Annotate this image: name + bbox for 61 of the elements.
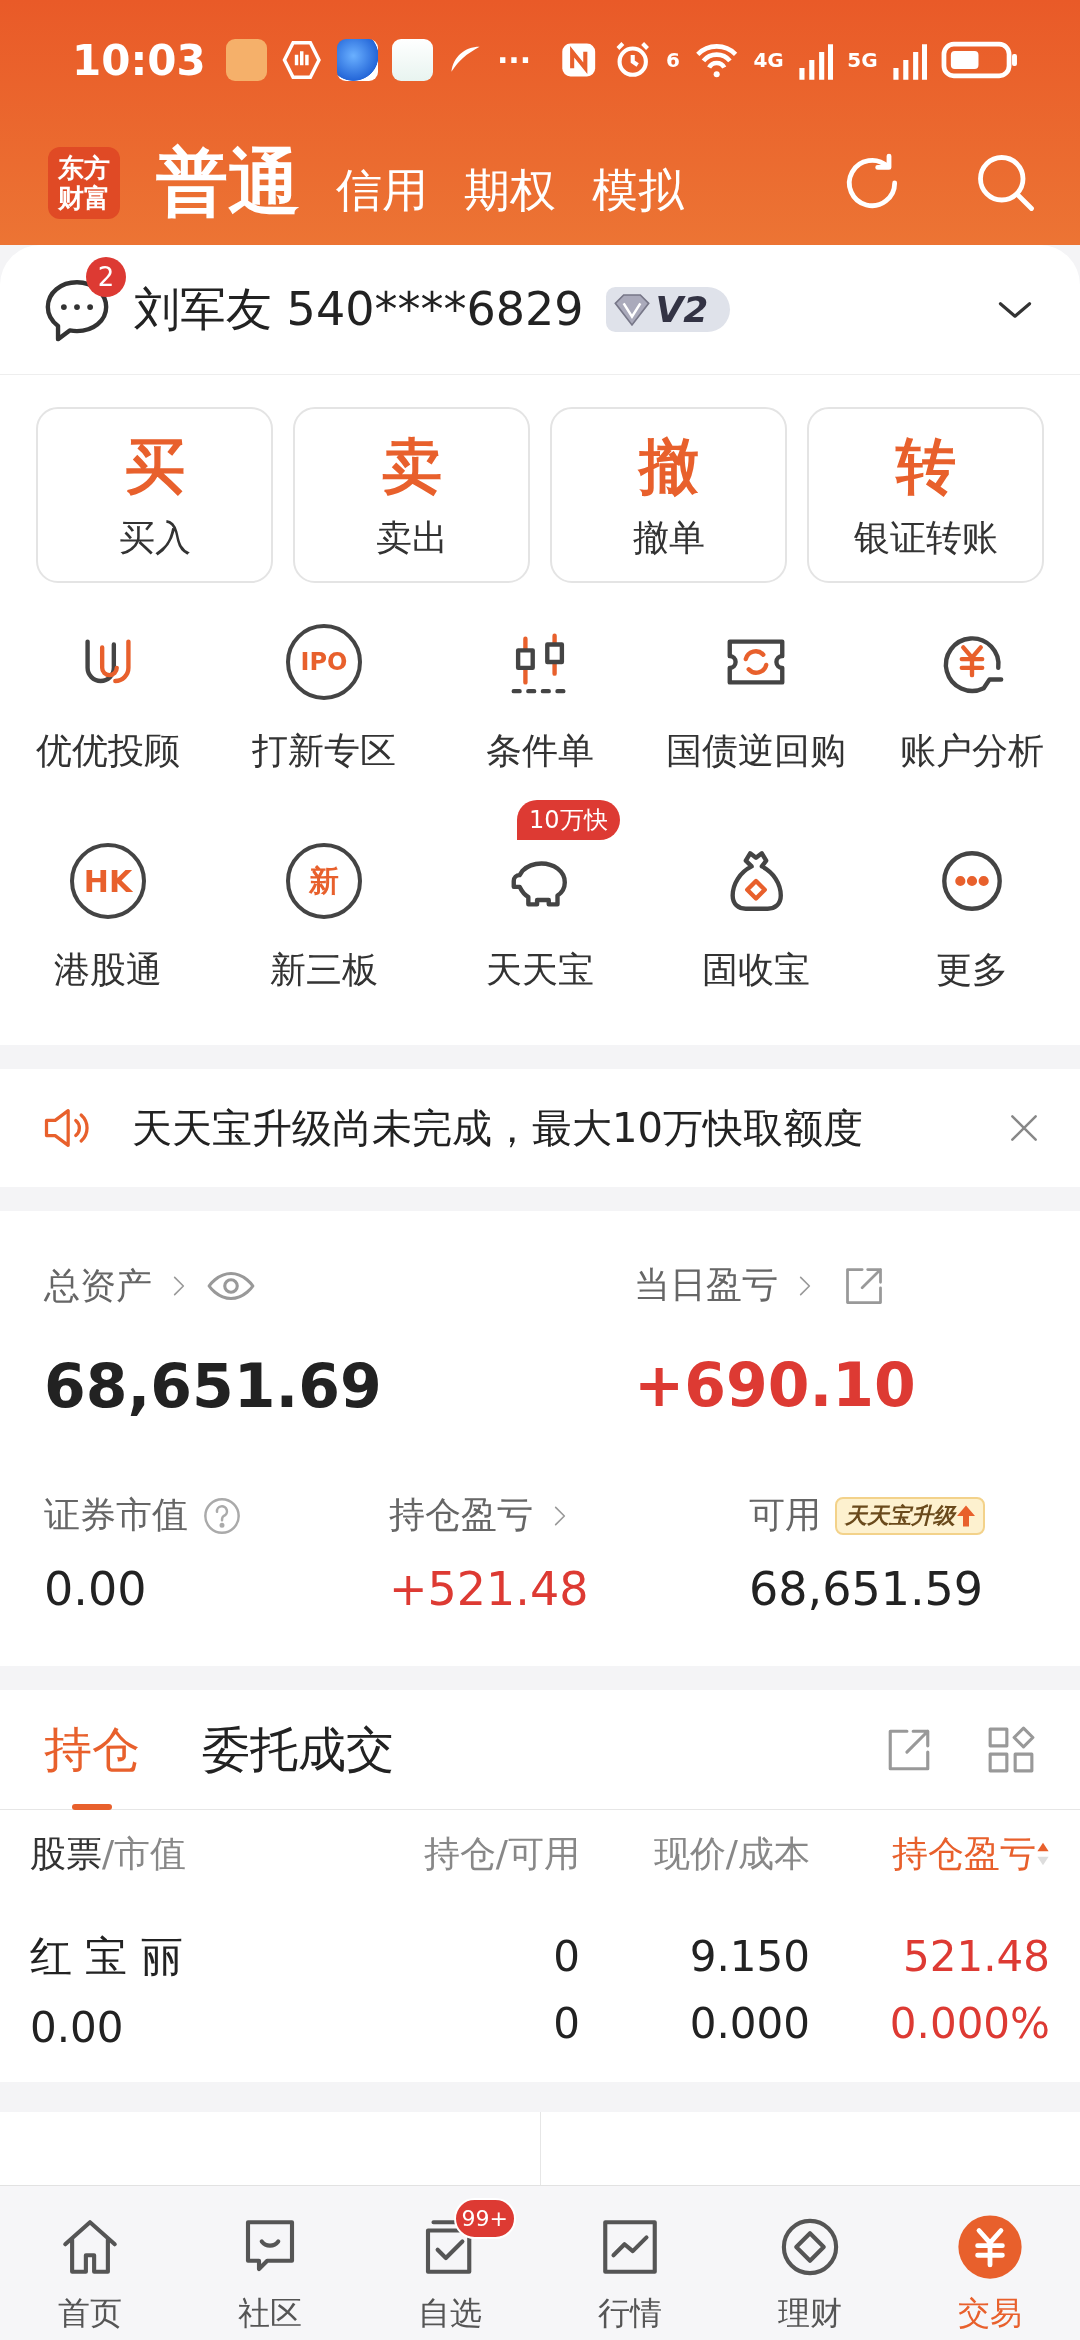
nav-tab[interactable]: 99+ 自选 (360, 2190, 540, 2336)
battery-icon (941, 40, 1020, 80)
grid-icon[interactable] (986, 1724, 1036, 1775)
nav-tab[interactable]: 首页 (0, 2190, 180, 2336)
column-header[interactable]: 股票/市值 (30, 1829, 350, 1879)
available-qty: 0 (553, 1999, 580, 2048)
total-assets-value: 68,651.69 (44, 1351, 383, 1421)
current-price: 9.150 (689, 1932, 810, 1981)
holding-qty: 0 (553, 1932, 580, 1981)
tool-label[interactable]: 打新专区 (252, 727, 396, 776)
app-logo: 东方 财富 (48, 146, 120, 219)
positions-tab[interactable]: 委托成交 (202, 1689, 394, 1810)
column-header[interactable]: 持仓/可用 (350, 1829, 580, 1879)
wifi-band-label: 6 (666, 48, 680, 72)
asset-value: 68,651.59 (749, 1562, 985, 1616)
column-header[interactable]: 现价/成本 (580, 1829, 810, 1879)
total-assets-label[interactable]: 总资产 (44, 1261, 152, 1311)
daily-pnl-value: +690.10 (634, 1350, 917, 1420)
asset-label: 证券市值 (44, 1493, 188, 1537)
network-type: 5G (847, 48, 878, 72)
arrow-up-icon (957, 1504, 975, 1527)
network-type: 4G (753, 48, 784, 72)
status-time: 10:03 (72, 35, 206, 85)
tool-label[interactable]: 优优投顾 (36, 727, 180, 776)
tool-label[interactable]: 固收宝 (702, 946, 810, 995)
nav-tab[interactable]: 行情 (540, 2190, 720, 2336)
stock-name[interactable]: 红 宝 丽 (30, 1928, 183, 1985)
yuan-icon (957, 2214, 1023, 2280)
tool-label[interactable]: 新三板 (270, 946, 378, 995)
trade-button[interactable]: 卖 卖出 (293, 407, 530, 583)
trade-button[interactable]: 买 买入 (36, 407, 273, 583)
daily-pnl-label[interactable]: 当日盈亏 (634, 1261, 778, 1310)
level-badge: V2 (605, 287, 731, 332)
market-value: 0.00 (30, 2002, 124, 2052)
tool-label[interactable]: 更多 (936, 946, 1008, 995)
asset-value: +521.48 (389, 1562, 590, 1616)
asset-label[interactable]: 持仓盈亏 (389, 1491, 533, 1540)
trade-button[interactable]: 转 银证转账 (807, 407, 1044, 583)
more-notifications: ··· (496, 42, 532, 78)
nav-tab[interactable]: 社区 (180, 2190, 360, 2336)
app-icon (392, 39, 434, 81)
cost-price: 0.000 (689, 1999, 810, 2048)
help-icon[interactable] (202, 1495, 242, 1536)
nav-tab[interactable]: 理财 (720, 2190, 900, 2336)
count-badge: 99+ (453, 2198, 516, 2239)
position-pnl: 521.48 (903, 1932, 1050, 1981)
asset-value: 0.00 (44, 1562, 148, 1616)
trade-button[interactable]: 撤 撤单 (550, 407, 787, 583)
app-icon (336, 39, 378, 81)
upgrade-tag[interactable]: 天天宝升级 (835, 1496, 985, 1535)
unread-badge: 2 (86, 256, 126, 297)
tool-label[interactable]: 天天宝 (486, 946, 594, 995)
asset-label: 可用 (749, 1493, 821, 1537)
account-name: 刘军友 540****6829 (134, 280, 584, 338)
position-pnl-percent: 0.000% (889, 1999, 1050, 2048)
tool-label[interactable]: 条件单 (486, 727, 594, 776)
tool-label[interactable]: 国债逆回购 (666, 727, 846, 776)
tool-label[interactable]: 账户分析 (900, 727, 1044, 776)
tool-label[interactable]: 港股通 (54, 946, 162, 995)
promo-badge: 10万快 (517, 800, 620, 840)
app-icon (225, 39, 268, 81)
